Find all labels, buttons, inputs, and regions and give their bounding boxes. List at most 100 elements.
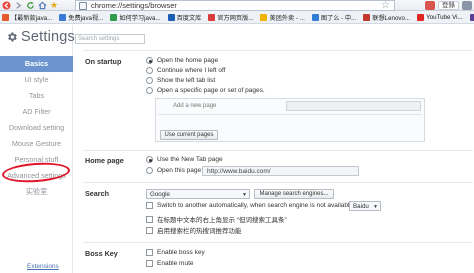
sidebar-item-advanced-settings[interactable]: Advanced settings [0,168,73,184]
sidebar-nav: Basics UI style Tabs AD Filter Download … [0,56,73,200]
radio-icon[interactable] [146,77,153,84]
divider [158,114,422,115]
divider [83,242,473,243]
address-bar[interactable]: chrome://settings/browser ☆ [75,0,395,11]
bookmark-label: 【最新款java... [11,14,53,22]
bookmark-item[interactable]: 百度文库 [167,13,202,22]
bookmark-item[interactable]: 免费java视... [59,13,103,22]
checkbox-icon[interactable] [146,202,153,209]
bosskey-heading: Boss Key [85,249,118,258]
search-check-hotwords[interactable]: 启用搜索栏的热搜词推荐功能 [146,225,242,235]
fallback-engine-select[interactable]: Baidu ▼ [349,201,381,211]
back-icon[interactable] [0,0,12,11]
sidebar-item-ui-style[interactable]: UI style [0,72,73,88]
bookmark-item[interactable]: YouTube Vi... [417,13,463,21]
startup-option-home[interactable]: Open the home page [146,57,218,64]
bookmark-favicon-icon [167,13,175,21]
divider [83,50,473,51]
bookmark-item[interactable]: 如何学习java... [110,13,161,22]
bookmark-favicon-icon [417,13,425,21]
login-button[interactable]: 登錄 [438,1,459,10]
manage-search-engines-button[interactable]: Manage search engines... [254,189,334,199]
bookmark-label: 官方网页版... [217,14,254,22]
bookmark-item[interactable]: 图了么 - 中... [311,13,357,22]
bookmark-label: 联想Lenovo... [372,14,411,22]
homepage-heading: Home page [85,156,124,165]
bookmark-item[interactable]: 官方网页版... [208,13,253,22]
gear-icon [6,31,18,43]
sidebar-item-personal-stuff[interactable]: Personal stuff [0,152,73,168]
divider [83,150,473,151]
bookmark-label: 百度文库 [176,14,202,22]
select-value: Google [150,190,170,198]
menu-icon[interactable] [462,1,472,10]
radio-icon[interactable] [146,87,153,94]
startup-option-left-tabs[interactable]: Show the left tab list [146,77,215,84]
bookmark-favicon-icon [208,13,216,21]
divider [83,182,473,183]
bookmark-label: YouTube Vi... [426,13,463,21]
bookmark-label: 免费java视... [68,14,104,22]
sync-icon[interactable] [425,1,435,10]
bookmark-item[interactable]: 美团外卖 - ... [260,13,305,22]
forward-icon[interactable] [12,0,24,11]
bosskey-check-enable[interactable]: Enable boss key [146,249,205,256]
checkbox-icon[interactable] [146,215,153,223]
refresh-icon[interactable] [24,0,36,11]
option-label: Open a specific page or set of pages. [157,87,265,94]
homepage-option-newtab[interactable]: Use the New Tab page [146,156,223,163]
page-title: Settings [21,29,75,45]
bookmark-favicon-icon [311,13,319,21]
startup-option-continue[interactable]: Continue where I left off [146,67,226,74]
extensions-link[interactable]: Extensions [27,263,59,270]
bookmark-label: 图了么 - 中... [320,14,357,22]
sidebar-item-basics[interactable]: Basics [0,56,73,72]
bookmark-star-icon[interactable]: ☆ [381,0,390,11]
sidebar-item-mouse-gesture[interactable]: Mouse Gesture [0,136,73,152]
radio-icon[interactable] [146,156,153,163]
bookmark-item[interactable]: 联想Lenovo... [363,13,410,22]
bookmarks-bar: 【最新款java... 免费java视... 如何学习java... 百度文库 官方网页… [0,11,474,24]
homepage-url-input[interactable]: http://www.baidu.com/ [202,166,359,176]
bookmark-item[interactable]: 【最新款java... [2,13,52,22]
bookmark-favicon-icon [110,13,118,21]
settings-content: On startup Open the home page Continue w… [73,25,474,273]
startup-pages-panel: Add a new page Use current pages [155,98,425,142]
sidebar-item-download-setting[interactable]: Download setting [0,120,73,136]
startup-option-specific[interactable]: Open a specific page or set of pages. [146,87,265,94]
checkbox-icon[interactable] [146,249,153,256]
checkbox-icon[interactable] [146,226,153,234]
check-label: 在标题中文本的右上角显示 “但词搜索工具条” [157,217,287,224]
sidebar-item-lab[interactable]: 实验室 [0,184,73,200]
option-label: Show the left tab list [157,77,216,84]
search-heading: Search [85,189,109,198]
sidebar-item-ad-filter[interactable]: AD Filter [0,104,73,120]
bosskey-check-mute[interactable]: Enable mute [146,260,194,267]
search-check-title[interactable]: 在标题中文本的右上角显示 “但词搜索工具条” [146,214,287,224]
bookmark-label: 美团外卖 - ... [269,14,305,22]
check-label: 启用搜索栏的热搜词推荐功能 [157,228,242,235]
sidebar-item-tabs[interactable]: Tabs [0,88,73,104]
check-label: Enable mute [157,260,194,267]
home-icon[interactable] [36,0,48,11]
check-label: Enable boss key [157,249,205,256]
toolbar-right: 登錄 [425,0,474,11]
option-label: Continue where I left off [157,67,226,74]
chevron-down-icon: ▼ [373,204,378,210]
homepage-option-openpage[interactable]: Open this page: [146,167,203,174]
select-value: Baidu [353,202,369,210]
search-engine-select[interactable]: Google ▼ [146,189,250,199]
bookmark-item[interactable]: Eclipse Babel... [469,13,474,21]
search-check-switch[interactable]: Switch to another automatically, when se… [146,202,353,209]
add-page-placeholder[interactable]: Add a new page [173,103,216,109]
star-icon[interactable]: ★ [48,0,60,11]
add-page-input[interactable] [286,101,421,111]
radio-icon[interactable] [146,67,153,74]
chevron-down-icon: ▼ [242,192,247,198]
bookmark-favicon-icon [363,13,371,21]
radio-icon[interactable] [146,167,153,174]
checkbox-icon[interactable] [146,260,153,267]
radio-icon[interactable] [146,57,153,64]
settings-logo: Settings [6,29,75,45]
use-current-pages-button[interactable]: Use current pages [160,130,218,140]
